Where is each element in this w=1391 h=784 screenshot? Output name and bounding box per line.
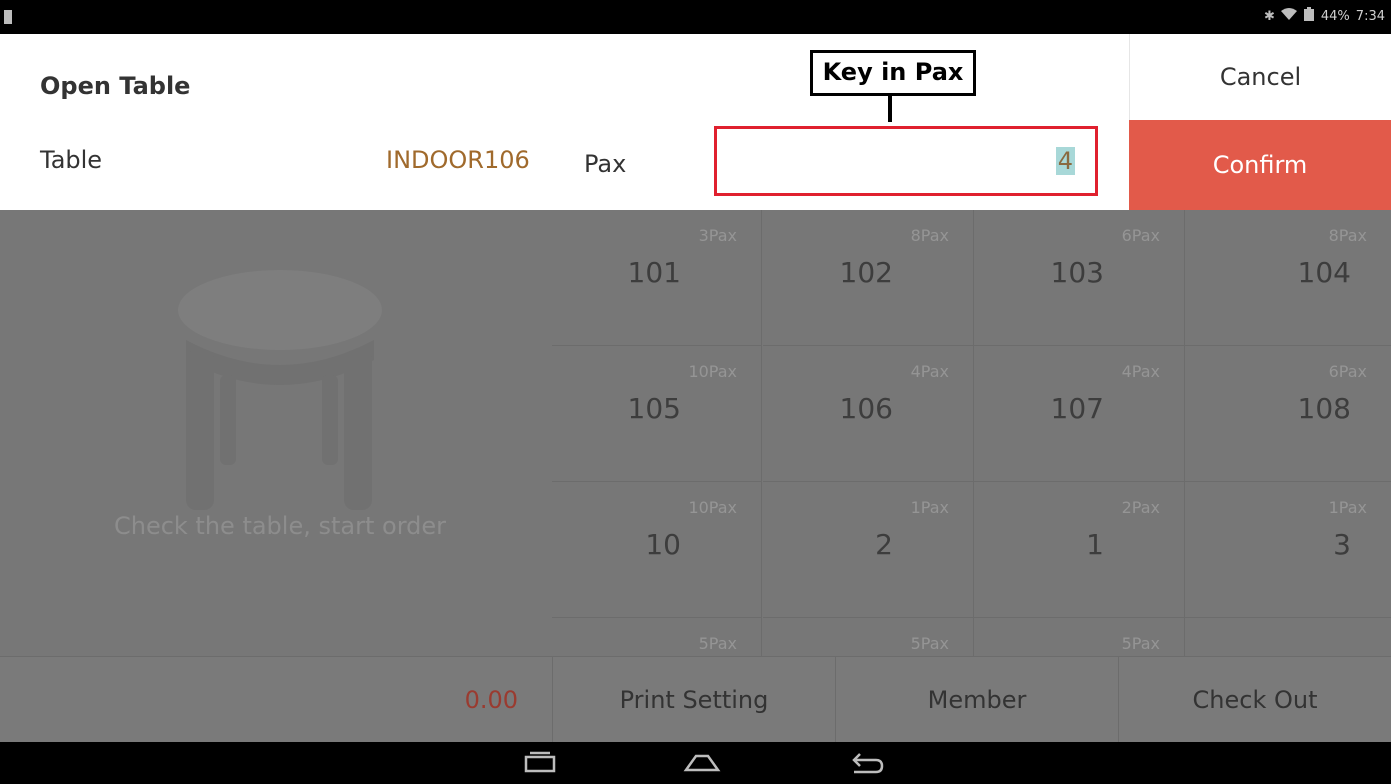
table-cell[interactable]: 4Pax 106: [763, 346, 974, 482]
table-capacity: 4Pax: [910, 362, 949, 381]
empty-order-message: Check the table, start order: [113, 512, 447, 540]
table-cell[interactable]: 4Pax 107: [974, 346, 1185, 482]
table-number: 107: [1050, 392, 1104, 425]
table-capacity: 1Pax: [910, 498, 949, 517]
table-cell[interactable]: 3Pax 101: [552, 210, 762, 346]
table-capacity: 4Pax: [1121, 362, 1160, 381]
table-label: Table: [40, 146, 103, 174]
table-capacity: 5Pax: [698, 634, 737, 653]
table-capacity: 3Pax: [698, 226, 737, 245]
battery-icon: [1303, 7, 1315, 25]
confirm-button[interactable]: Confirm: [1129, 120, 1391, 210]
table-number: 2: [875, 528, 893, 561]
pax-input[interactable]: 4: [714, 126, 1098, 196]
table-cell[interactable]: 1Pax 2: [763, 482, 974, 618]
bottom-bar: 0.00 Print Setting Member Check Out: [0, 656, 1391, 743]
table-cell[interactable]: [1185, 618, 1391, 656]
table-icon: [178, 270, 382, 510]
table-capacity: 6Pax: [1328, 362, 1367, 381]
table-cell[interactable]: 6Pax 103: [974, 210, 1185, 346]
table-number: 102: [839, 256, 893, 289]
callout-pointer: [888, 96, 892, 122]
member-button[interactable]: Member: [835, 657, 1118, 743]
table-cell[interactable]: 5Pax: [974, 618, 1185, 656]
main-area: Open Table Table INDOOR106 Pax 4 Key in …: [0, 34, 1391, 743]
table-number: 3: [1333, 528, 1351, 561]
dialog-title: Open Table: [40, 72, 191, 100]
table-cell[interactable]: 5Pax: [552, 618, 762, 656]
back-icon[interactable]: [846, 748, 886, 778]
bluetooth-icon: ✱: [1263, 8, 1275, 24]
table-cell[interactable]: 10Pax 10: [552, 482, 762, 618]
wifi-icon: [1280, 7, 1297, 25]
table-number: 104: [1297, 256, 1351, 289]
table-cell[interactable]: 8Pax 102: [763, 210, 974, 346]
pax-label: Pax: [584, 150, 627, 178]
table-cell[interactable]: 8Pax 104: [1185, 210, 1391, 346]
order-panel: Check the table, start order: [0, 210, 552, 656]
table-capacity: 5Pax: [910, 634, 949, 653]
battery-percent: 44%: [1320, 8, 1350, 24]
key-in-pax-callout: Key in Pax: [810, 50, 976, 96]
table-number: 105: [627, 392, 681, 425]
order-total: 0.00: [464, 686, 518, 714]
table-cell[interactable]: 5Pax: [763, 618, 974, 656]
status-bar: ✱ 44% 7:34: [0, 0, 1391, 34]
table-number: 108: [1297, 392, 1351, 425]
table-cell[interactable]: 10Pax 105: [552, 346, 762, 482]
open-table-dialog: Open Table Table INDOOR106 Pax 4 Key in …: [0, 34, 1391, 210]
table-capacity: 8Pax: [910, 226, 949, 245]
table-capacity: 5Pax: [1121, 634, 1160, 653]
notification-icon: [4, 10, 12, 24]
table-capacity: 10Pax: [688, 362, 737, 381]
cancel-button[interactable]: Cancel: [1129, 34, 1391, 120]
table-value: INDOOR106: [386, 146, 530, 174]
table-capacity: 1Pax: [1328, 498, 1367, 517]
table-cell[interactable]: 2Pax 1: [974, 482, 1185, 618]
table-grid: 3Pax 101 8Pax 102 6Pax 103 8Pax 104 10Pax 105 4Pax…: [552, 210, 1391, 656]
status-icons: ✱ 44% 7:34: [1264, 7, 1385, 25]
table-capacity: 8Pax: [1328, 226, 1367, 245]
table-number: 103: [1050, 256, 1104, 289]
table-number: 10: [645, 528, 681, 561]
table-number: 106: [839, 392, 893, 425]
home-icon[interactable]: [682, 748, 722, 778]
table-capacity: 2Pax: [1121, 498, 1160, 517]
table-cell[interactable]: 6Pax 108: [1185, 346, 1391, 482]
print-setting-button[interactable]: Print Setting: [552, 657, 835, 743]
clock: 7:34: [1355, 8, 1385, 24]
table-number: 101: [627, 256, 681, 289]
navigation-bar: [0, 742, 1391, 784]
pax-input-value: 4: [1055, 147, 1075, 175]
recent-apps-icon[interactable]: [520, 748, 560, 778]
table-capacity: 6Pax: [1121, 226, 1160, 245]
table-capacity: 10Pax: [688, 498, 737, 517]
check-out-button[interactable]: Check Out: [1118, 657, 1391, 743]
table-number: 1: [1086, 528, 1104, 561]
table-cell[interactable]: 1Pax 3: [1185, 482, 1391, 618]
